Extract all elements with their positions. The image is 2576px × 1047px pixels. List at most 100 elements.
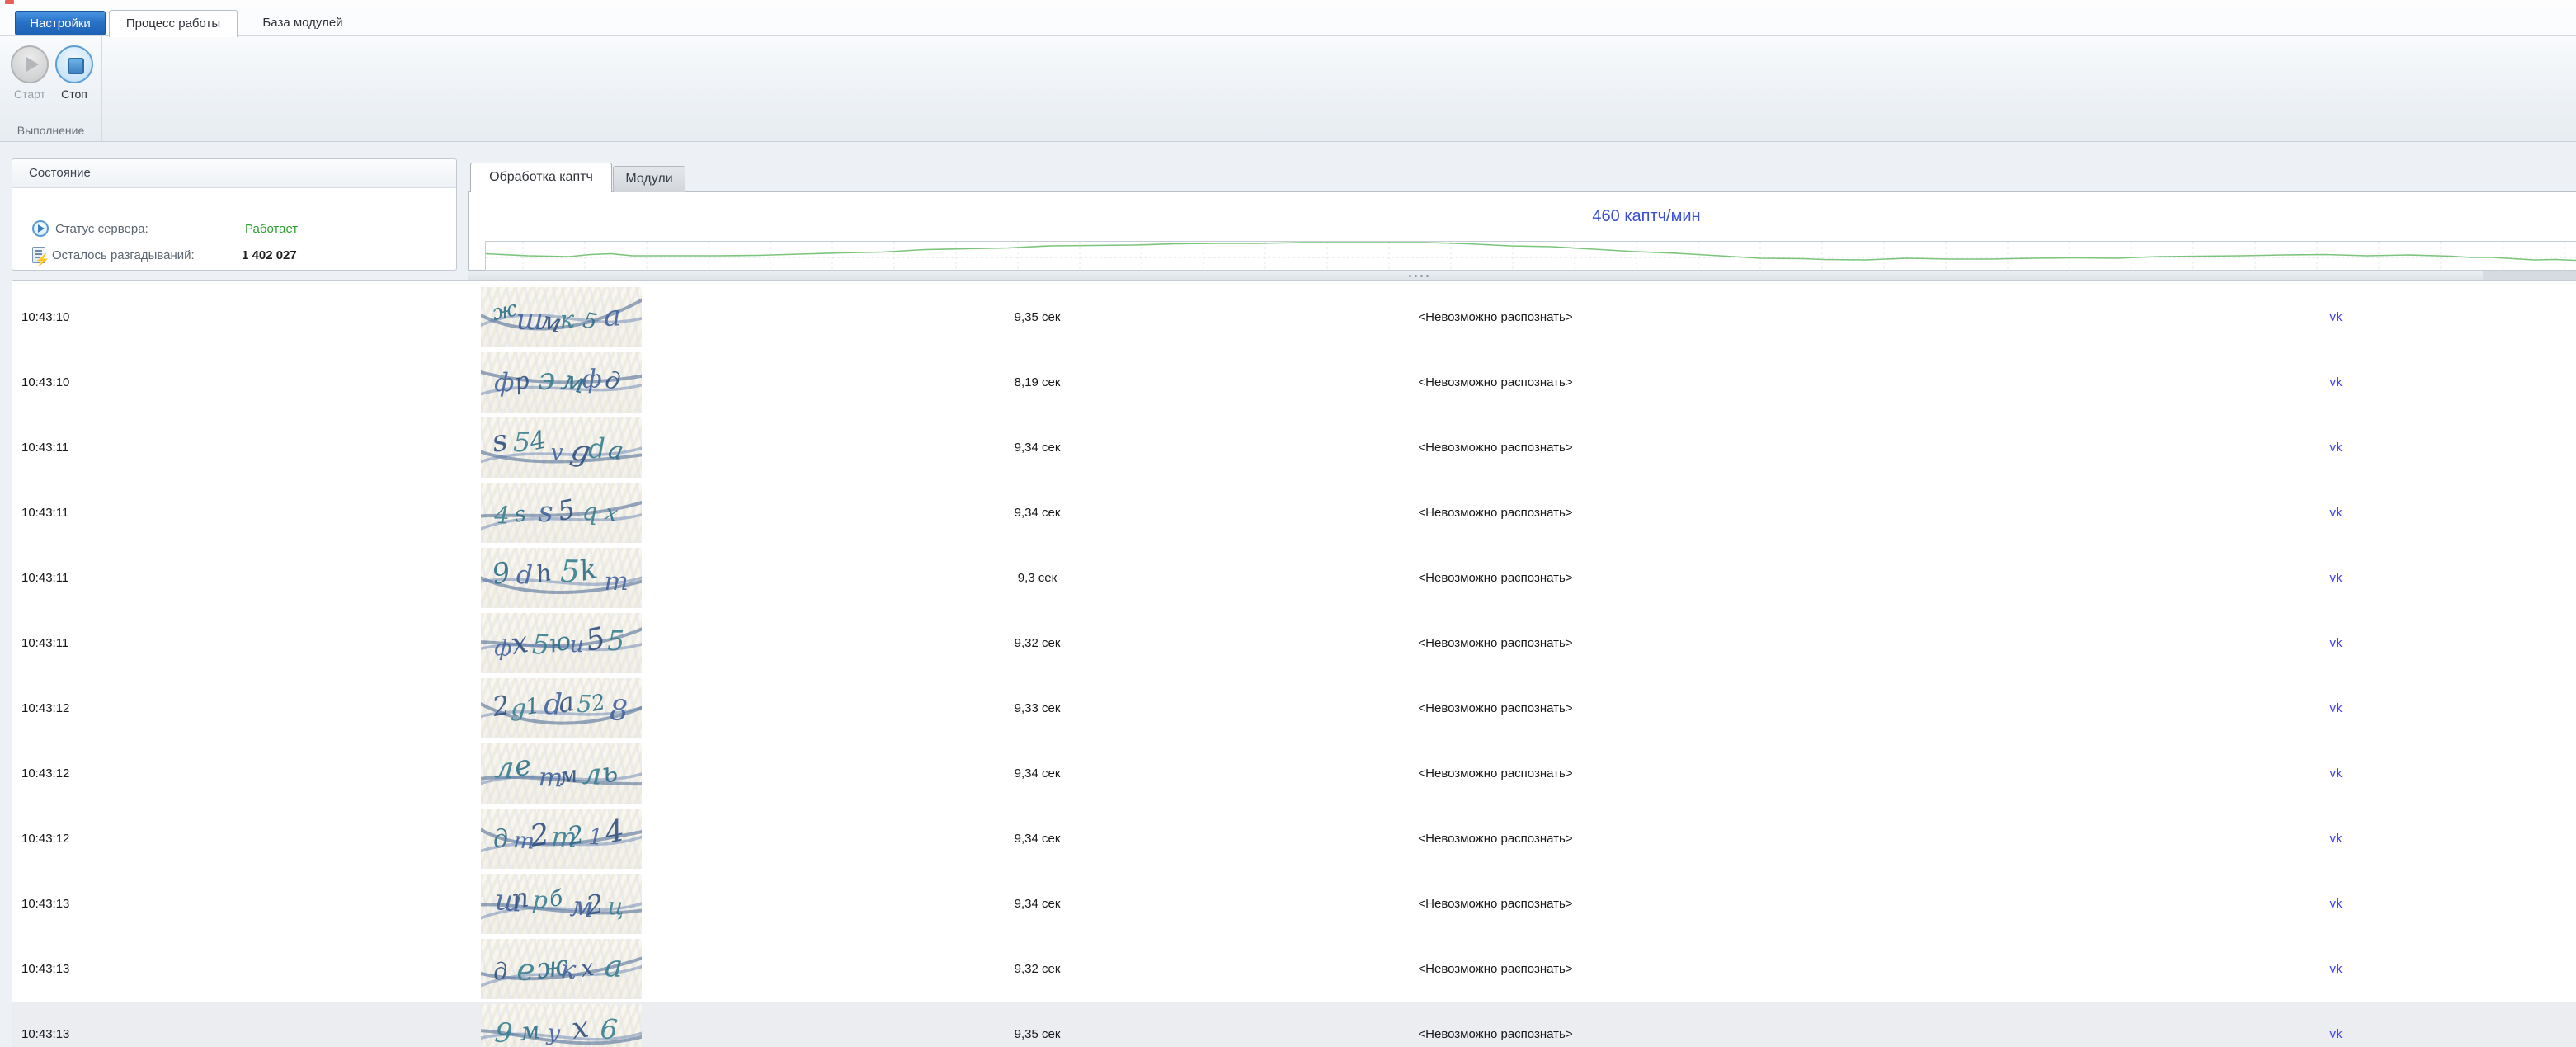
row-duration: 9,34 сек [920,871,1155,936]
stop-icon [55,45,93,83]
row-source-link[interactable]: vk [2295,676,2377,741]
row-time: 10:43:10 [21,285,69,350]
row-source-link[interactable]: vk [2295,871,2377,936]
table-row[interactable]: 10:43:13дежкха9,32 сек<Невозможно распоз… [12,936,2576,1002]
ribbon-tab-row: Настройки Процесс работы База модулей [0,8,2576,35]
captcha-image: 2g1da528 [481,678,642,738]
window-top-strip [0,0,2576,8]
svg-text:э: э [538,361,555,397]
row-source-link[interactable]: vk [2295,741,2377,806]
row-time: 10:43:13 [21,871,69,936]
row-duration: 9,34 сек [920,480,1155,545]
table-row[interactable]: 10:43:12дт2т2149,34 сек<Невозможно распо… [12,806,2576,871]
table-row[interactable]: 10:43:10жшмк5а9,35 сек<Невозможно распоз… [12,285,2576,350]
ribbon-group-label: Выполнение [0,124,101,137]
svg-text:m: m [604,567,628,597]
table-row[interactable]: 10:43:139мух69,35 сек<Невозможно распозн… [12,1002,2576,1047]
rate-chart-svg [486,242,2576,270]
table-row[interactable]: 10:43:13 шпрбм2ц 9,34 сек <Невозможно распо… [12,871,2576,936]
svg-text:а: а [603,299,621,333]
svg-text:д: д [603,366,623,395]
row-source-link[interactable]: vk [2295,806,2377,871]
clipped-red-artifact [5,0,14,4]
table-row[interactable]: 10:43:12летмль9,34 сек<Невозможно распоз… [12,741,2576,806]
start-button[interactable]: Старт [7,45,52,101]
tab-settings[interactable]: Настройки [15,11,106,35]
table-row[interactable]: 10:43:114ss5qx9,34 сек<Невозможно распоз… [12,480,2576,545]
table-row[interactable]: 10:43:122g1da5289,33 сек<Невозможно расп… [12,676,2576,741]
server-status-value: Работает [245,222,298,236]
svg-text:х: х [508,625,530,662]
table-row[interactable]: 10:43:10фрэмфд8,19 сек<Невозможно распоз… [12,350,2576,415]
svg-text:6: 6 [599,1012,619,1045]
row-result: <Невозможно распознать> [1372,480,1619,545]
svg-text:s: s [538,496,553,529]
row-source-link[interactable]: vk [2295,545,2377,611]
svg-text:9: 9 [493,1016,514,1047]
row-time: 10:43:13 [21,936,69,1002]
row-time: 10:43:11 [21,480,68,545]
captcha-image: 9мух6 [481,1004,642,1047]
svg-text:р: р [531,885,549,914]
row-result: <Невозможно распознать> [1372,415,1619,480]
tab-work-process[interactable]: Процесс работы [109,10,238,37]
ribbon-group-execution: Старт Стоп Выполнение [0,36,102,141]
svg-text:5: 5 [583,621,609,658]
captcha-image: дежкха [481,939,642,999]
row-time: 10:43:12 [21,741,69,806]
rate-chart [485,241,2576,271]
row-duration: 9,35 сек [920,285,1155,350]
row-source-link[interactable]: vk [2295,285,2377,350]
row-result: <Невозможно распознать> [1372,611,1619,676]
captcha-image: летмль [481,743,642,804]
tab-captcha-processing[interactable]: Обработка каптч [470,163,612,192]
stop-button[interactable]: Стоп [52,45,97,101]
row-result: <Невозможно распознать> [1372,871,1619,936]
table-row[interactable]: 10:43:11s54vgda9,34 сек<Невозможно распо… [12,415,2576,480]
tab-modules-db[interactable]: База модулей [241,10,365,35]
svg-text:р: р [511,366,531,396]
svg-text:5: 5 [555,493,578,526]
row-duration: 9,3 сек [920,545,1155,611]
svg-text:а: а [604,948,624,984]
row-source-link[interactable]: vk [2295,415,2377,480]
row-source-link[interactable]: vk [2295,350,2377,415]
row-time: 10:43:11 [21,545,68,611]
table-row[interactable]: 10:43:11фх5юи559,32 сек<Невозможно распо… [12,611,2576,676]
row-duration: 9,32 сек [920,611,1155,676]
row-result: <Невозможно распознать> [1372,676,1619,741]
tab-modules[interactable]: Модули [613,166,685,192]
svg-text:д: д [491,824,511,855]
svg-text:х: х [570,1010,591,1045]
svg-text:d: d [516,560,533,591]
svg-text:a: a [606,435,626,466]
svg-text:д: д [492,957,510,986]
svg-text:к: к [560,305,576,333]
svg-text:v: v [551,440,563,465]
row-time: 10:43:11 [21,611,68,676]
svg-text:м: м [518,1016,542,1047]
row-source-link[interactable]: vk [2295,480,2377,545]
row-source-link[interactable]: vk [2295,936,2377,1002]
row-result: <Невозможно распознать> [1372,545,1619,611]
row-time: 10:43:13 [21,1002,69,1047]
svg-text:8: 8 [610,695,628,728]
svg-text:б: б [548,886,564,913]
row-time: 10:43:12 [21,806,69,871]
table-row[interactable]: 10:43:119dh5km9,3 сек<Невозможно распозн… [12,545,2576,611]
row-duration: 9,35 сек [920,1002,1155,1047]
row-result: <Невозможно распознать> [1372,741,1619,806]
row-duration: 9,34 сек [920,806,1155,871]
svg-text:s: s [512,502,528,528]
captcha-image: фрэмфд [481,352,642,413]
row-source-link[interactable]: vk [2295,1002,2377,1047]
svg-text:ф: ф [582,365,602,394]
remaining-solves-value: 1 402 027 [242,248,297,262]
captcha-image: s54vgda [481,417,642,478]
captcha-image: дт2т214 [481,809,642,869]
captcha-image: шпрбм2ц [481,874,642,934]
play-circle-icon [32,220,49,237]
row-source-link[interactable]: vk [2295,611,2377,676]
captcha-processing-page: 460 каптч/мин [468,191,2576,271]
svg-text:п: п [510,881,531,914]
